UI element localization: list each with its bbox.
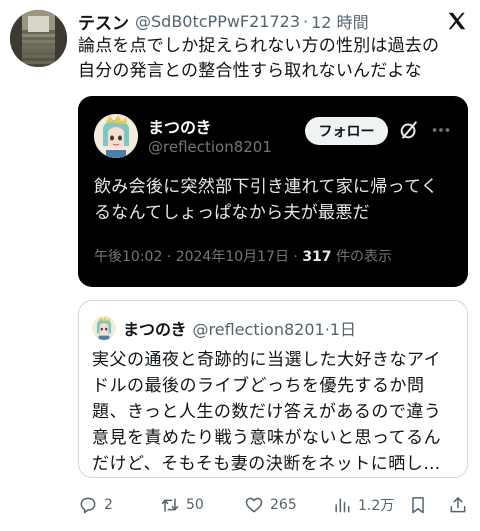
embedded-text-line: るなんてしょっぱなから夫が最悪だ <box>94 203 370 223</box>
quoted-tweet-card[interactable]: まつのき @reflection8201·1日 実父の通夜と奇跡的に当選した大好き… <box>78 300 468 478</box>
follow-button[interactable]: フォロー <box>305 117 388 145</box>
views-chart-icon <box>335 498 350 513</box>
repost-icon <box>161 498 179 512</box>
tweet-text-line: 自分の発言との整合性すら取れないんだよな <box>78 61 422 81</box>
bookmark-button[interactable] <box>408 492 434 518</box>
reply-button[interactable]: 2 <box>78 492 113 518</box>
x-logo-icon[interactable] <box>446 10 468 32</box>
reply-icon <box>80 497 96 514</box>
embedded-author-avatar[interactable] <box>94 114 138 158</box>
quoted-header: まつのき @reflection8201·1日 <box>123 316 356 340</box>
embedded-post-dark[interactable]: まつのき @reflection8201 フォロー 飲み会後に突然部下引き連れて… <box>78 96 468 287</box>
views-count: 1.2万 <box>358 498 395 514</box>
quoted-text-line: 題、きっと人生の数だけ答えがあるので違う <box>92 402 442 422</box>
quoted-post-time: 1日 <box>329 320 356 339</box>
author-name[interactable]: テスン <box>78 9 129 34</box>
embedded-post-text: 飲み会後に突然部下引き連れて家に帰ってく るなんてしょっぱなから夫が最悪だ <box>94 174 454 226</box>
views-button[interactable]: 1.2万 <box>332 492 394 518</box>
post-time[interactable]: 12 時間 <box>311 9 368 33</box>
quoted-text-line: 意見を責めたり戦う意味がないと思ってるん <box>92 428 442 448</box>
quoted-author-handle: @reflection8201 <box>192 320 325 339</box>
tweet-header: テスン @SdB0tcPPwF21723 · 12 時間 <box>78 8 468 34</box>
quoted-text-line: 実父の通夜と奇跡的に当選した大好きなアイ <box>92 350 442 370</box>
action-bar: 2 50 265 1.2万 <box>78 492 470 518</box>
separator-dot: · <box>303 11 309 31</box>
anime-avatar-image <box>94 114 138 158</box>
quoted-text-line: だけど、そもそも妻の決断をネットに晒し… <box>92 454 441 474</box>
avatar-stairs-image <box>10 10 67 67</box>
embedded-post-meta: 午後10:02 · 2024年10月17日 · 317 件の表示 <box>94 246 392 266</box>
embedded-timestamp[interactable]: 午後10:02 · 2024年10月17日 · <box>94 249 302 265</box>
anime-avatar-image-small <box>92 316 116 340</box>
like-button[interactable]: 265 <box>244 492 297 518</box>
quoted-tweet-text: 実父の通夜と奇跡的に当選した大好きなアイ ドルの最後のライブどっちを優先するか問… <box>92 347 457 477</box>
like-count: 265 <box>270 497 297 513</box>
heart-icon <box>245 497 263 513</box>
reply-count: 2 <box>104 497 113 513</box>
embedded-author-name[interactable]: まつのき <box>148 114 212 138</box>
share-button[interactable] <box>448 492 474 518</box>
author-handle[interactable]: @SdB0tcPPwF21723 <box>135 12 300 31</box>
more-icon[interactable] <box>430 121 452 139</box>
tweet-text: 論点を点でしか捉えられない方の性別は過去の 自分の発言との整合性すら取れないんだ… <box>78 34 470 84</box>
embedded-views-label: 件の表示 <box>331 249 392 265</box>
grok-icon[interactable] <box>398 119 420 141</box>
author-avatar[interactable] <box>10 10 67 67</box>
embedded-author-handle[interactable]: @reflection8201 <box>148 138 272 156</box>
embedded-views-count: 317 <box>302 249 332 265</box>
bookmark-icon <box>412 497 424 514</box>
quoted-text-line: ドルの最後のライブどっちを優先するか問 <box>92 376 425 396</box>
tweet-text-line: 論点を点でしか捉えられない方の性別は過去の <box>78 36 440 56</box>
share-icon <box>450 497 466 513</box>
repost-button[interactable]: 50 <box>160 492 204 518</box>
embedded-text-line: 飲み会後に突然部下引き連れて家に帰ってく <box>94 177 439 197</box>
quoted-author-name: まつのき <box>123 320 187 339</box>
repost-count: 50 <box>186 497 204 513</box>
quoted-author-avatar <box>92 316 116 340</box>
